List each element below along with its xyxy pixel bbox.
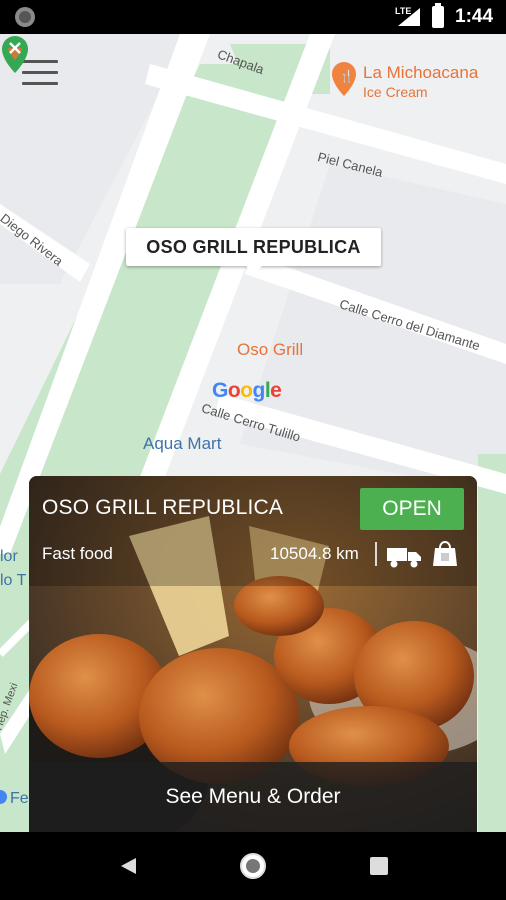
poi-name[interactable]: La Michoacana	[363, 63, 478, 83]
edge-label: lor	[0, 548, 18, 565]
open-status-badge[interactable]: OPEN	[360, 488, 464, 530]
svg-text:🍴: 🍴	[339, 69, 354, 83]
status-time: 1:44	[455, 6, 494, 27]
poi-oso-grill[interactable]: Oso Grill	[237, 340, 303, 360]
google-logo-letter: e	[270, 379, 282, 402]
divider	[375, 542, 377, 566]
restaurant-pin-icon[interactable]	[0, 34, 30, 74]
edge-label: Fe	[10, 790, 29, 807]
edge-label: lo T	[0, 572, 27, 589]
back-icon[interactable]	[118, 856, 138, 876]
poi-category: Ice Cream	[363, 84, 428, 100]
google-logo-letter: G	[212, 379, 228, 402]
notification-icon	[15, 7, 35, 27]
status-bar: LTE 1:44	[0, 0, 506, 34]
system-nav-bar	[0, 832, 506, 900]
google-logo-letter: o	[240, 379, 253, 402]
battery-icon	[432, 3, 444, 28]
see-menu-order-button[interactable]: See Menu & Order	[29, 762, 477, 832]
google-logo-letter: o	[227, 379, 241, 402]
delivery-truck-icon	[387, 548, 421, 568]
google-logo-letter: g	[252, 379, 266, 402]
restaurant-name: OSO GRILL REPUBLICA	[42, 496, 284, 519]
restaurant-distance: 10504.8 km	[270, 544, 359, 563]
recents-icon[interactable]	[370, 857, 388, 875]
network-type: LTE	[395, 6, 412, 16]
poi-aqua-mart[interactable]: Aqua Mart	[143, 434, 221, 454]
restaurant-card[interactable]: OSO GRILL REPUBLICA OPEN Fast food 10504…	[29, 476, 477, 832]
shopping-bag-icon	[433, 541, 457, 566]
restaurant-category: Fast food	[42, 544, 113, 563]
home-icon[interactable]	[240, 853, 266, 879]
google-logo: Google	[212, 379, 282, 403]
map-callout[interactable]: OSO GRILL REPUBLICA	[126, 228, 381, 274]
